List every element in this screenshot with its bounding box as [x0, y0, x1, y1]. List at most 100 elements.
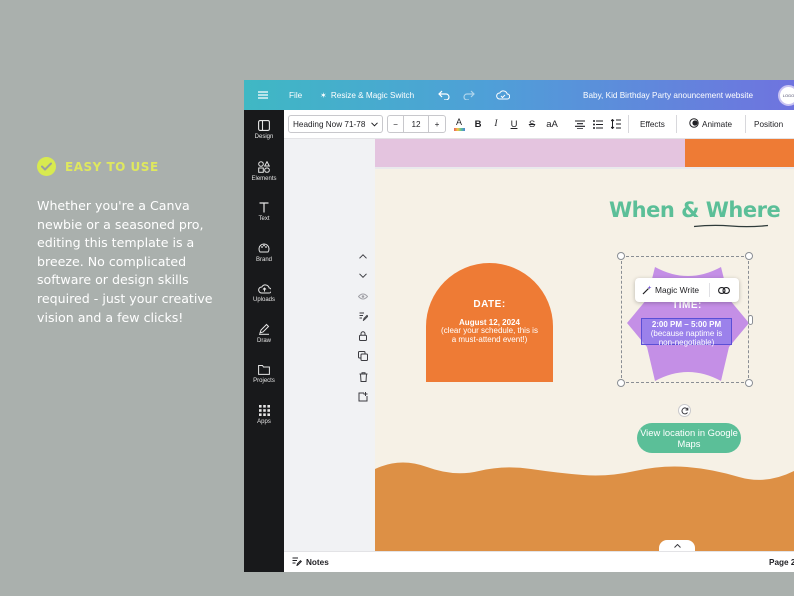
animate-button[interactable]: Animate — [689, 115, 732, 133]
promo-panel: EASY TO USE Whether you're a Canva newbi… — [37, 157, 237, 327]
animate-icon — [689, 118, 699, 130]
sidebar-item-text[interactable]: Text — [244, 202, 284, 222]
position-button[interactable]: Position — [754, 115, 783, 133]
promo-heading: EASY TO USE — [37, 157, 237, 176]
magic-write-button[interactable]: Magic Write — [655, 278, 699, 302]
toolbar-divider — [745, 115, 746, 133]
hamburger-menu-icon[interactable] — [258, 80, 270, 110]
sidebar-item-uploads[interactable]: Uploads — [244, 283, 284, 303]
date-note: (clear your schedule, this is a must-att… — [441, 326, 538, 344]
promo-title: EASY TO USE — [65, 159, 159, 174]
date-arch-card[interactable]: DATE: August 12, 2024 (clear your schedu… — [426, 263, 553, 382]
toolbar-divider — [676, 115, 677, 133]
color-strip — [453, 127, 465, 131]
resize-magic-switch-button[interactable]: ✶ Resize & Magic Switch — [320, 80, 414, 110]
sidebar-label-brand: Brand — [255, 257, 272, 263]
sidebar-item-brand[interactable]: Brand — [244, 242, 284, 263]
font-size-stepper: − 12 + — [387, 115, 446, 133]
page-indicator[interactable]: Page 2 — [769, 552, 794, 572]
lock-icon[interactable] — [358, 331, 368, 341]
rotate-icon[interactable] — [678, 404, 691, 417]
selection-box — [617, 252, 753, 387]
bottom-wave-decoration — [375, 462, 794, 551]
sidebar-label-text: Text — [258, 216, 270, 222]
sidebar-item-draw[interactable]: Draw — [244, 323, 284, 344]
trash-icon[interactable] — [358, 372, 368, 382]
notes-label: Notes — [306, 558, 329, 567]
sidebar-item-apps[interactable]: Apps — [244, 405, 284, 425]
bold-button[interactable]: B — [472, 115, 484, 133]
promo-description: Whether you're a Canva newbie or a seaso… — [37, 198, 213, 325]
top-bar: File ✶ Resize & Magic Switch Baby, Kid B… — [244, 80, 794, 110]
date-title: DATE: — [473, 299, 506, 310]
font-family-dropdown[interactable]: Heading Now 71-78 — [288, 115, 383, 133]
text-color-button[interactable]: A — [452, 115, 466, 133]
animate-label: Animate — [702, 119, 733, 129]
cloud-save-icon[interactable] — [496, 80, 510, 110]
sidebar-item-projects[interactable]: Projects — [244, 364, 284, 384]
avatar[interactable]: LOGO — [778, 85, 794, 106]
text-toolbar: Heading Now 71-78 − 12 + A B I U S aA Ef… — [284, 110, 794, 139]
increase-font-size-button[interactable]: + — [428, 116, 445, 132]
page-gap — [375, 167, 794, 169]
chevron-up-icon[interactable] — [358, 251, 368, 261]
projects-icon — [258, 364, 270, 375]
bulleted-list-icon[interactable] — [592, 115, 604, 133]
resize-label: Resize & Magic Switch — [330, 90, 415, 100]
previous-page-pink-block — [375, 139, 685, 167]
sidebar-label-apps: Apps — [257, 419, 271, 425]
undo-icon[interactable] — [438, 80, 450, 110]
font-family-value: Heading Now 71-78 — [293, 119, 366, 129]
view-location-button[interactable]: View location in Google Maps — [637, 423, 741, 453]
resize-handle-bottom-left[interactable] — [617, 379, 625, 387]
decrease-font-size-button[interactable]: − — [388, 116, 404, 132]
sidebar-label-draw: Draw — [256, 338, 271, 344]
chevron-down-icon[interactable] — [358, 270, 368, 280]
eye-icon[interactable] — [358, 291, 368, 301]
notes-icon — [292, 557, 303, 568]
align-center-icon[interactable] — [574, 115, 586, 133]
magic-write-popover: Magic Write — [635, 278, 739, 302]
chevron-up-icon[interactable] — [659, 540, 695, 551]
sidebar-label-projects: Projects — [253, 378, 275, 384]
italic-button[interactable]: I — [490, 115, 502, 133]
heading-part-1: When & — [609, 198, 706, 222]
text-icon — [259, 202, 269, 213]
elements-icon — [258, 161, 270, 173]
duplicate-icon[interactable] — [358, 351, 368, 361]
link-icon[interactable] — [718, 278, 730, 302]
checkmark-icon — [37, 157, 56, 176]
sidebar-item-design[interactable]: Design — [244, 120, 284, 140]
sidebar-label-uploads: Uploads — [252, 297, 275, 303]
strikethrough-button[interactable]: S — [526, 115, 538, 133]
design-canvas[interactable]: When & Where DATE: August 12, 2024 (clea… — [375, 139, 794, 551]
resize-handle-top-right[interactable] — [745, 252, 753, 260]
document-title[interactable]: Baby, Kid Birthday Party anouncement web… — [583, 80, 753, 110]
line-spacing-icon[interactable] — [610, 115, 622, 133]
add-page-icon[interactable] — [358, 392, 368, 402]
sidebar-item-elements[interactable]: Elements — [244, 161, 284, 182]
chevron-down-icon — [371, 120, 378, 129]
magic-wand-icon[interactable] — [642, 278, 652, 302]
left-sidebar: Design Elements Text Brand Uploads Draw … — [244, 110, 284, 572]
previous-page-orange-block — [685, 139, 794, 167]
sparkle-icon: ✶ — [320, 91, 327, 100]
sidebar-label-elements: Elements — [251, 176, 277, 182]
page-tools-column — [284, 139, 375, 551]
resize-handle-top-left[interactable] — [617, 252, 625, 260]
redo-icon[interactable] — [463, 80, 475, 110]
design-icon — [258, 120, 270, 131]
effects-button[interactable]: Effects — [640, 115, 665, 133]
underline-button[interactable]: U — [508, 115, 520, 133]
letter-case-button[interactable]: aA — [544, 115, 560, 133]
text-color-icon: A — [455, 116, 462, 127]
file-menu-button[interactable]: File — [289, 80, 302, 110]
resize-handle-bottom-right[interactable] — [745, 379, 753, 387]
brand-icon — [258, 242, 270, 254]
resize-handle-right[interactable] — [748, 315, 753, 325]
draw-icon — [258, 323, 270, 335]
notes-edit-icon[interactable] — [358, 311, 368, 321]
when-where-heading[interactable]: When & Where — [609, 198, 781, 222]
font-size-input[interactable]: 12 — [404, 116, 428, 132]
notes-button[interactable]: Notes — [292, 552, 329, 572]
